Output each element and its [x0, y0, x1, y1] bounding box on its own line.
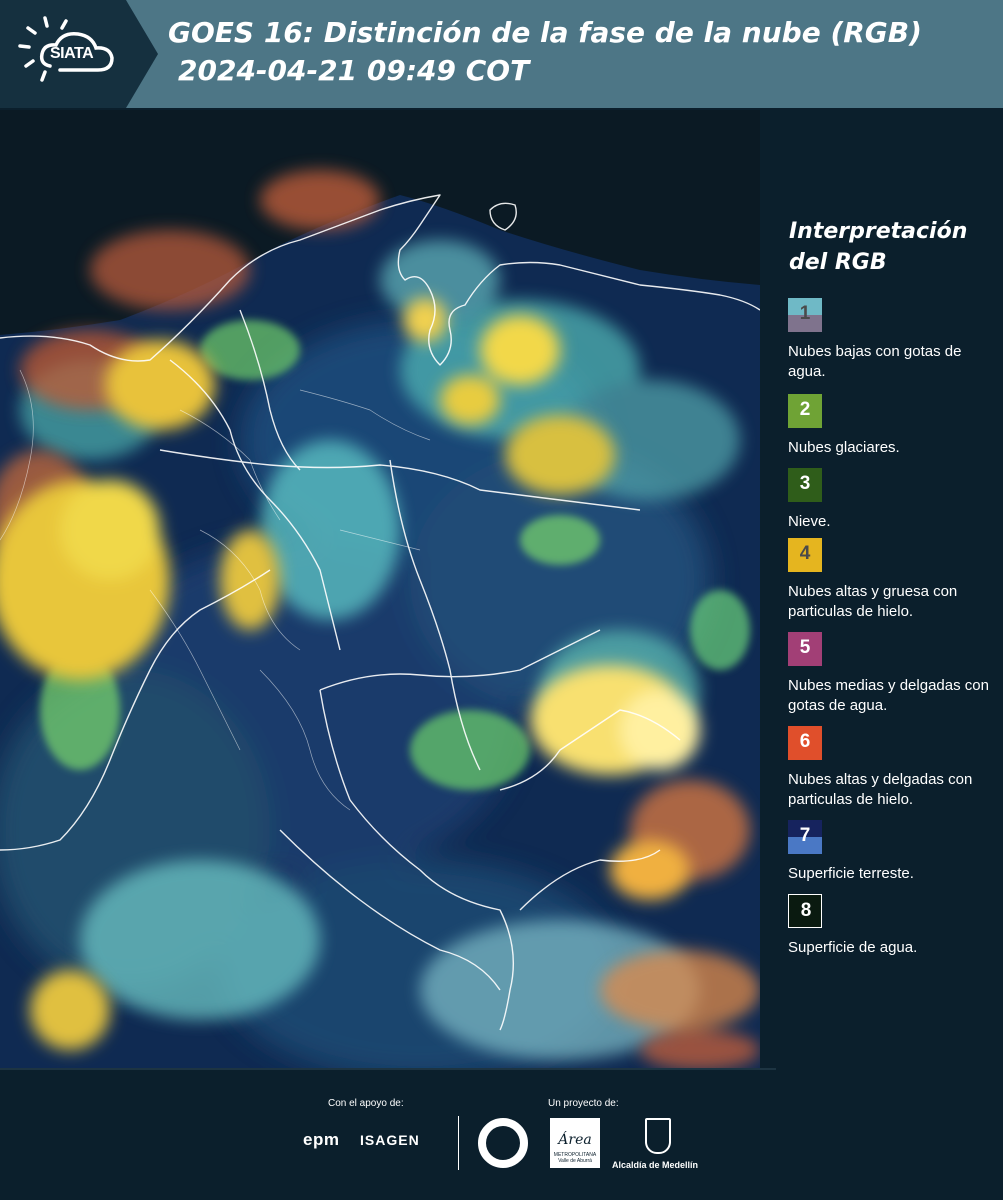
legend-text-2: Nubes glaciares. — [788, 439, 900, 456]
legend-swatch-5: 5 — [788, 632, 822, 666]
satellite-rgb-image — [0, 110, 760, 1070]
siata-logo[interactable]: SIATA — [0, 0, 160, 108]
legend-swatch-3: 3 — [788, 468, 822, 502]
legend-number-8: 8 — [800, 900, 812, 921]
medellin-logo-text: Alcaldía de Medellín — [612, 1160, 699, 1170]
legend-text-4: Nubes altas y gruesa con particulas de h… — [788, 583, 958, 620]
legend-number-5: 5 — [799, 637, 811, 658]
legend-number-1: 1 — [799, 303, 811, 324]
title-block: GOES 16: Distinción de la fase de la nub… — [168, 14, 988, 90]
footer-vertical-divider — [458, 1116, 459, 1170]
footer-bar: Con el apoyo de: Un proyecto de: epm ISA… — [0, 1070, 1003, 1200]
legend-item-8: 8 Superficie de agua. — [788, 894, 998, 958]
legend-number-6: 6 — [799, 731, 811, 752]
legend-number-4: 4 — [799, 543, 811, 564]
legend-number-2: 2 — [799, 399, 811, 420]
page-title: GOES 16: Distinción de la fase de la nub… — [168, 16, 922, 49]
legend-number-3: 3 — [799, 473, 811, 494]
area-metropolitana-logo[interactable]: Área METROPOLITANA Valle de Aburrá — [550, 1118, 600, 1168]
area-logo-subtext: METROPOLITANA Valle de Aburrá — [553, 1152, 597, 1164]
legend-title: Interpretación del RGB — [789, 219, 968, 275]
area-logo-text: Área — [558, 1132, 592, 1148]
medellin-shield-icon[interactable] — [645, 1118, 671, 1154]
legend-panel: Interpretación del RGB 1 Nubes bajas con… — [776, 108, 1003, 1070]
legend-swatch-4: 4 — [788, 538, 822, 572]
satellite-map[interactable] — [0, 110, 760, 1070]
legend-text-1: Nubes bajas con gotas de agua. — [788, 343, 962, 380]
legend-item-7: 7 Superficie terreste. — [788, 820, 998, 884]
legend-number-7: 7 — [799, 825, 811, 846]
logo-label: SIATA — [50, 45, 94, 62]
legend-item-6: 6 Nubes altas y delgadas con particulas … — [788, 726, 998, 810]
legend-text-7: Superficie terreste. — [788, 865, 914, 882]
legend-text-5: Nubes medias y delgadas con gotas de agu… — [788, 677, 989, 714]
seal-inner — [486, 1126, 520, 1160]
legend-text-3: Nieve. — [788, 513, 831, 530]
epm-logo[interactable]: epm — [303, 1130, 339, 1150]
legend-swatch-6: 6 — [788, 726, 822, 760]
legend-swatch-7: 7 — [788, 820, 822, 854]
project-label: Un proyecto de: — [548, 1098, 619, 1109]
legend-item-3: 3 Nieve. — [788, 468, 998, 532]
legend-text-6: Nubes altas y delgadas con particulas de… — [788, 771, 973, 808]
medellin-university-seal-icon[interactable] — [476, 1116, 530, 1170]
legend-item-2: 2 Nubes glaciares. — [788, 394, 998, 458]
legend-item-4: 4 Nubes altas y gruesa con particulas de… — [788, 538, 998, 622]
legend-item-5: 5 Nubes medias y delgadas con gotas de a… — [788, 632, 998, 716]
header-bar: SIATA GOES 16: Distinción de la fase de … — [0, 0, 1003, 108]
legend-text-8: Superficie de agua. — [788, 939, 918, 956]
legend-swatch-1: 1 — [788, 298, 822, 332]
legend-swatch-2: 2 — [788, 394, 822, 428]
support-label: Con el apoyo de: — [328, 1098, 404, 1109]
isagen-logo[interactable]: ISAGEN — [360, 1132, 420, 1148]
legend-item-1: 1 Nubes bajas con gotas de agua. — [788, 298, 998, 382]
legend-swatch-8: 8 — [788, 894, 822, 928]
page-timestamp: 2024-04-21 09:49 COT — [178, 54, 530, 87]
